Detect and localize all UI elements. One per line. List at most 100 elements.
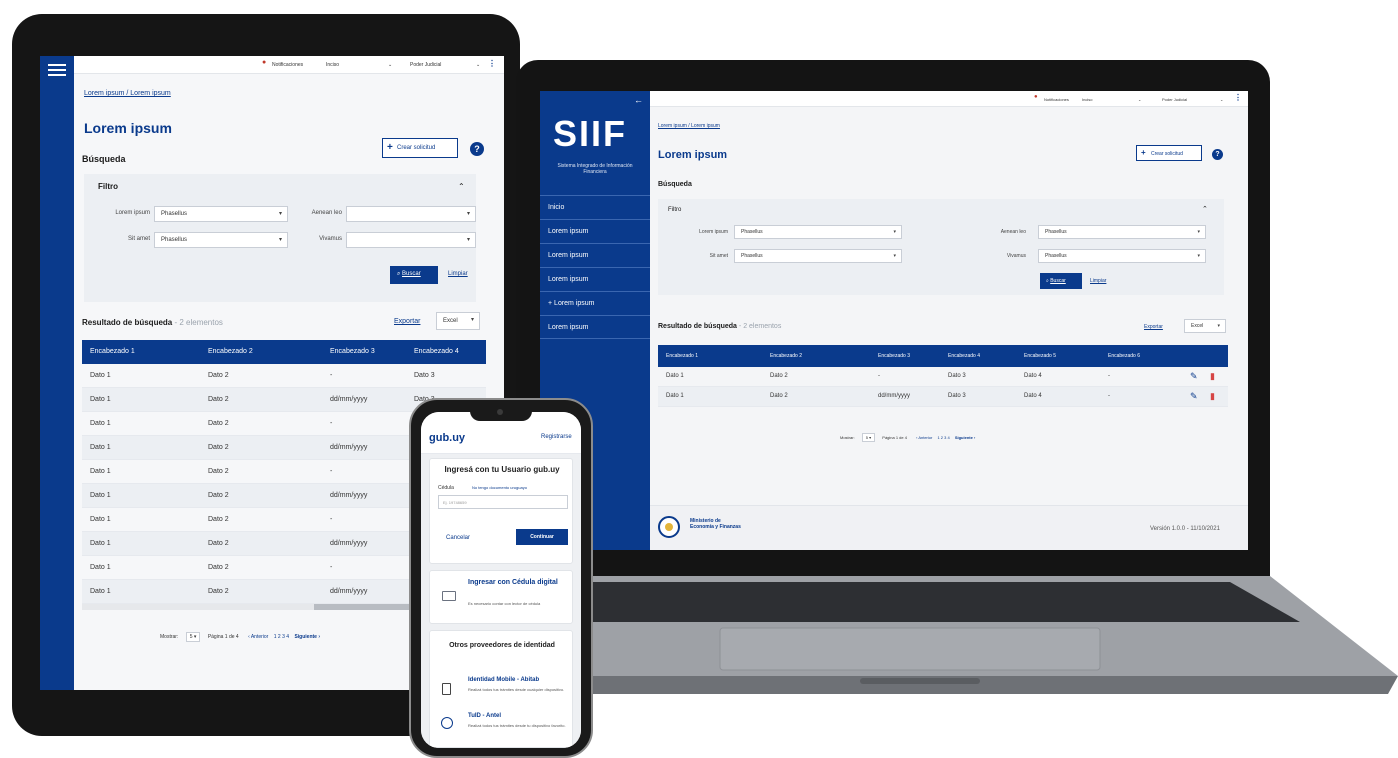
help-icon[interactable]: ? — [470, 142, 484, 156]
clear-link[interactable]: Limpiar — [1090, 278, 1106, 284]
provider2-title[interactable]: TuID - Antel — [468, 713, 501, 719]
caret-down-icon: ▾ — [278, 237, 282, 243]
prev-link[interactable]: ‹ Anterior — [916, 435, 932, 440]
table-cell: Dato 2 — [208, 468, 229, 475]
results-title: Resultado de búsqueda - 2 elementos — [82, 318, 223, 327]
kebab-menu-icon[interactable]: ⋮ — [488, 59, 496, 68]
edit-icon[interactable]: ✎ — [1190, 391, 1198, 402]
prev-link[interactable]: ‹ Anterior — [248, 634, 268, 640]
provider1-desc: Realizá todos tus trámites desde cualqui… — [468, 687, 565, 692]
column-header[interactable]: Encabezado 5 — [1024, 353, 1056, 359]
edit-icon[interactable]: ✎ — [1190, 371, 1198, 382]
table-row[interactable]: Dato 1 Dato 2 - Dato 3 — [82, 364, 486, 388]
inciso-select[interactable]: Inciso — [326, 62, 339, 68]
next-link[interactable]: Siguiente › — [955, 435, 975, 440]
nav-item[interactable]: Lorem ipsum — [540, 267, 650, 291]
create-request-button[interactable]: + Crear solicitud — [382, 138, 458, 158]
field3-select[interactable]: Phasellus ▾ — [734, 249, 902, 263]
table-row[interactable]: Dato 1 Dato 2 - Dato 3 Dato 4 - ✎ ▮ — [658, 367, 1228, 387]
table-cell: Dato 3 — [948, 393, 966, 399]
id-input[interactable]: Ej. 19748659 — [438, 495, 568, 509]
provider1-title[interactable]: Identidad Mobile - Abitab — [468, 677, 539, 683]
digital-id-title: Ingresar con Cédula digital — [468, 579, 558, 586]
field1-select[interactable]: Phasellus ▾ — [734, 225, 902, 239]
column-header[interactable]: Encabezado 2 — [208, 348, 253, 355]
page-links[interactable]: 1 2 3 4 — [937, 435, 949, 440]
breadcrumb[interactable]: Lorem ipsum / Lorem ipsum — [658, 123, 720, 129]
page-size-select[interactable]: 5 ▾ — [185, 632, 201, 642]
column-header[interactable]: Encabezado 3 — [330, 348, 375, 355]
notification-icon[interactable]: ● — [1034, 94, 1038, 100]
arrow-left-icon[interactable]: ← — [634, 95, 643, 105]
table-cell: Dato 1 — [666, 373, 684, 379]
inciso-select[interactable]: Inciso — [1082, 97, 1092, 102]
siif-subtitle: Sistema Integrado de Información Financi… — [557, 163, 633, 175]
next-link[interactable]: Siguiente › — [294, 634, 320, 640]
kebab-menu-icon[interactable]: ⋮ — [1234, 93, 1242, 102]
clear-link[interactable]: Limpiar — [448, 271, 468, 277]
field2-select[interactable]: ▾ — [346, 206, 476, 222]
caret-down-icon: ▾ — [278, 211, 282, 217]
field1-select[interactable]: Phasellus ▾ — [154, 206, 288, 222]
field1-label: Lorem ipsum — [115, 210, 150, 216]
export-format-select[interactable]: Excel ▾ — [1184, 319, 1226, 333]
breadcrumb[interactable]: Lorem ipsum / Lorem ipsum — [84, 90, 171, 97]
page-size-select[interactable]: 5 ▾ — [861, 433, 876, 442]
laptop-main: ● Notificaciones Inciso ⌄ Poder Judicial… — [650, 91, 1248, 550]
export-link[interactable]: Exportar — [1144, 324, 1163, 330]
notifications-label[interactable]: Notificaciones — [272, 62, 303, 68]
chevron-up-icon[interactable]: ⌃ — [1202, 205, 1208, 213]
poder-select[interactable]: Poder Judicial — [410, 62, 441, 68]
nav-item[interactable]: Lorem ipsum — [540, 219, 650, 243]
table-cell: dd/mm/yyyy — [330, 540, 368, 547]
field4-label: Vivamus — [1006, 253, 1026, 259]
notifications-label[interactable]: Notificaciones — [1044, 97, 1069, 102]
nav-item[interactable]: + Lorem ipsum — [540, 291, 650, 315]
column-header[interactable]: Encabezado 2 — [770, 353, 802, 359]
table-cell: - — [330, 372, 333, 379]
column-header[interactable]: Encabezado 4 — [414, 348, 459, 355]
cancel-button[interactable]: Cancelar — [446, 535, 470, 541]
page-title: Lorem ipsum — [658, 149, 728, 161]
field3-select[interactable]: Phasellus ▾ — [154, 232, 288, 248]
poder-select[interactable]: Poder Judicial — [1162, 97, 1187, 102]
register-link[interactable]: Registrarse — [541, 434, 572, 440]
table-row[interactable]: Dato 1 Dato 2 dd/mm/yyyy Dato 3 Dato 4 - ✎ ▮ — [658, 387, 1228, 407]
continue-button[interactable]: Continuar — [516, 529, 568, 545]
nav-item[interactable]: Lorem ipsum — [540, 243, 650, 267]
tablet-pager: Mostrar: 5 ▾ Página 1 de 4 ‹ Anterior 1 … — [160, 632, 321, 642]
column-header[interactable]: Encabezado 3 — [878, 353, 910, 359]
field4-select[interactable]: Phasellus ▾ — [1038, 249, 1206, 263]
nav-item[interactable]: Inicio — [540, 195, 650, 219]
column-header[interactable]: Encabezado 4 — [948, 353, 980, 359]
chevron-down-icon: ⌄ — [1220, 97, 1224, 102]
trash-icon[interactable]: ▮ — [1210, 371, 1215, 382]
id-label: Cédula — [438, 485, 454, 491]
help-icon[interactable]: ? — [1212, 149, 1223, 160]
plus-icon: + — [387, 142, 393, 153]
table-cell: Dato 1 — [90, 492, 111, 499]
table-cell: Dato 1 — [90, 420, 111, 427]
field2-select[interactable]: Phasellus ▾ — [1038, 225, 1206, 239]
search-button[interactable]: ⌕ Buscar — [390, 266, 438, 284]
plus-icon: + — [1141, 148, 1146, 157]
table-cell: Dato 3 — [948, 373, 966, 379]
field4-select[interactable]: ▾ — [346, 232, 476, 248]
notification-icon[interactable]: ● — [262, 59, 266, 66]
column-header[interactable]: Encabezado 1 — [90, 348, 135, 355]
search-title: Búsqueda — [658, 181, 692, 188]
export-link[interactable]: Exportar — [394, 318, 420, 325]
export-format-select[interactable]: Excel ▾ — [436, 312, 480, 330]
digital-id-card[interactable]: Ingresar con Cédula digital Es necesario… — [429, 570, 573, 624]
trash-icon[interactable]: ▮ — [1210, 391, 1215, 402]
page-links[interactable]: 1 2 3 4 — [274, 634, 289, 640]
id-card-icon — [442, 591, 456, 601]
search-button[interactable]: ⌕ Buscar — [1040, 273, 1082, 289]
no-document-link[interactable]: No tengo documento uruguayo — [472, 485, 527, 490]
nav-item[interactable]: Lorem ipsum — [540, 315, 650, 339]
chevron-up-icon[interactable]: ⌃ — [458, 182, 465, 191]
column-header[interactable]: Encabezado 6 — [1108, 353, 1140, 359]
table-cell: - — [330, 420, 333, 427]
create-request-button[interactable]: + Crear solicitud — [1136, 145, 1202, 161]
column-header[interactable]: Encabezado 1 — [666, 353, 698, 359]
